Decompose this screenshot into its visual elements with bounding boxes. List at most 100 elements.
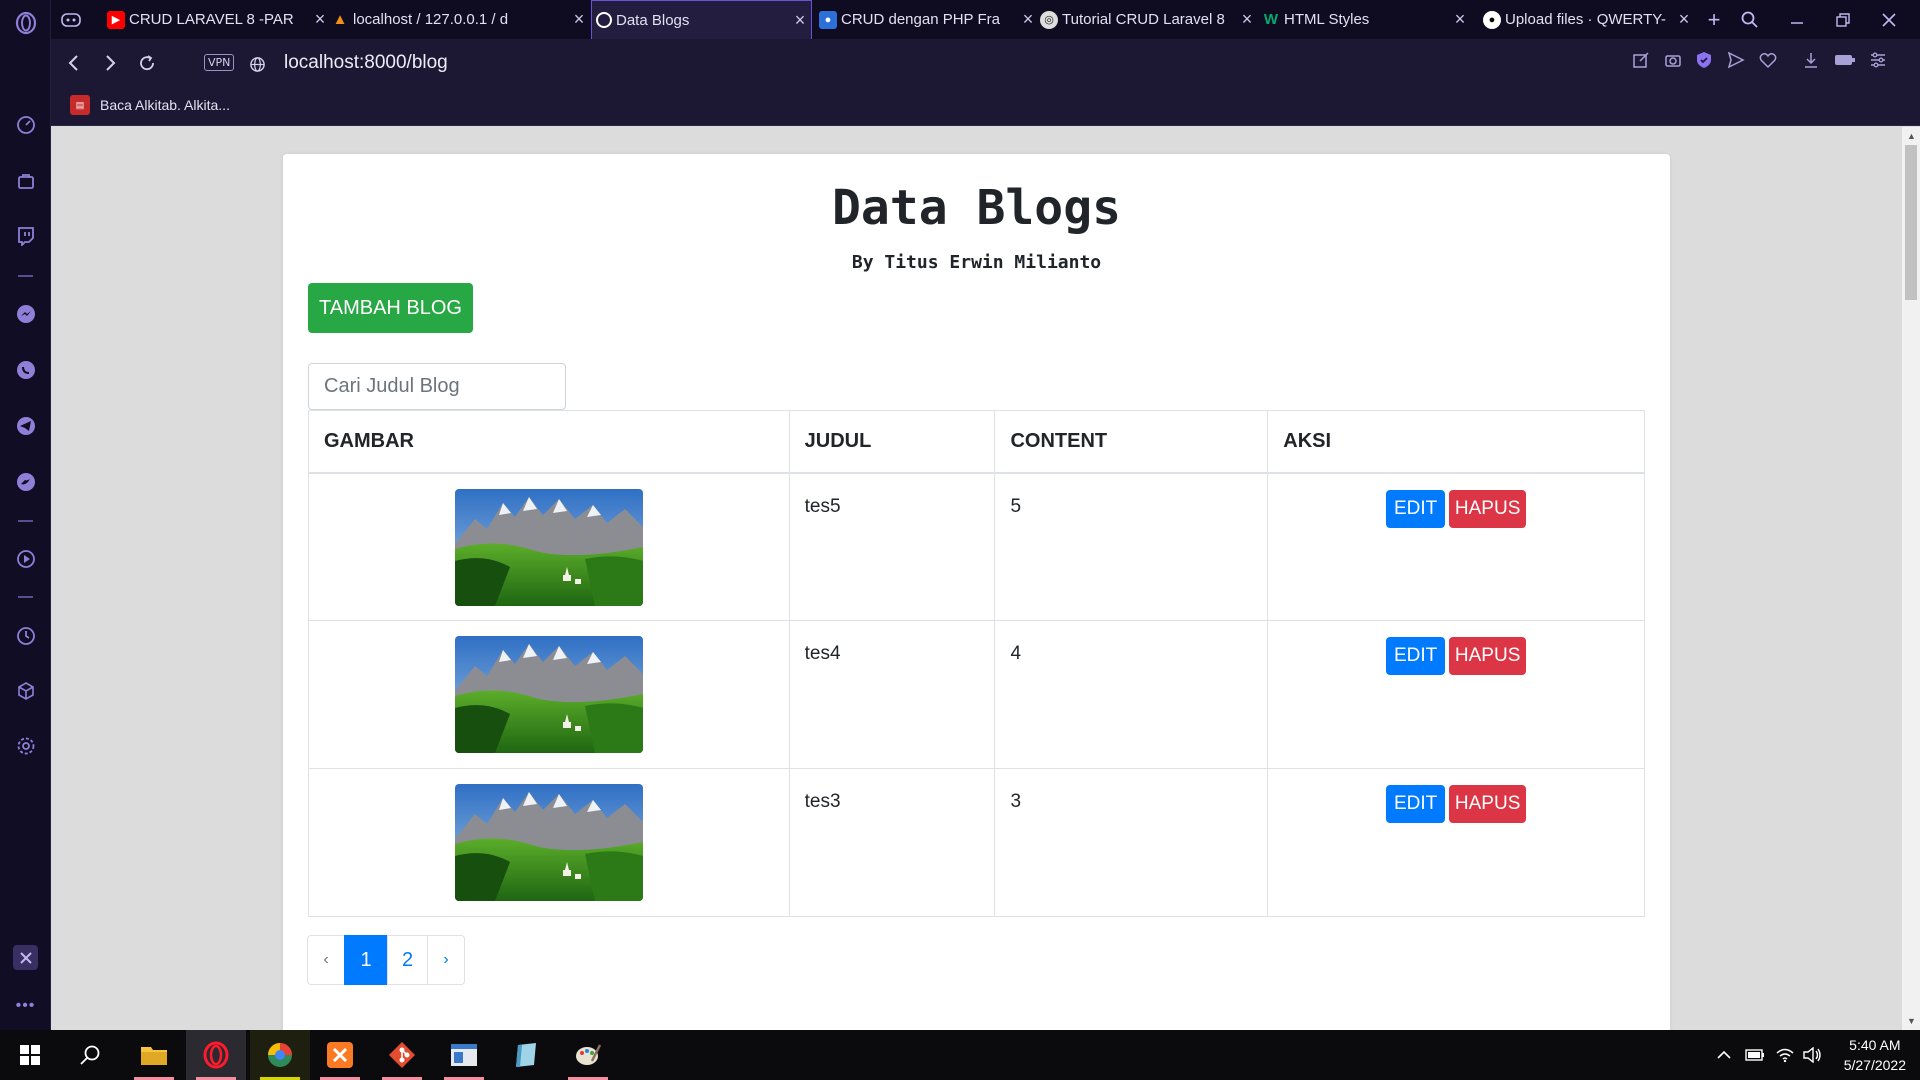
close-tab-icon[interactable]: × <box>789 10 811 31</box>
battery-saver-icon[interactable] <box>1833 51 1857 72</box>
actions-cell: EDIT HAPUS <box>1267 768 1645 917</box>
page-scrollbar[interactable]: ▲ ▼ <box>1902 127 1920 1030</box>
tab-phpmyadmin[interactable]: ▲ localhost / 127.0.0.1 / d × <box>327 0 590 39</box>
browser-sidebar: ••• <box>0 0 51 1030</box>
globe-icon <box>596 12 612 28</box>
chrome-color-icon[interactable] <box>250 1030 310 1080</box>
close-tab-icon[interactable]: × <box>1673 9 1695 30</box>
delete-button[interactable]: HAPUS <box>1449 637 1527 675</box>
messenger-icon[interactable] <box>13 301 38 326</box>
more-options-icon[interactable]: ••• <box>13 993 38 1018</box>
back-button[interactable] <box>60 49 88 77</box>
title-cell: tes3 <box>788 768 996 917</box>
twitch-icon[interactable] <box>13 223 38 248</box>
title-cell: tes5 <box>788 472 996 621</box>
close-tab-icon[interactable]: × <box>568 9 590 30</box>
actions-cell: EDIT HAPUS <box>1267 620 1645 769</box>
tab-upload-files[interactable]: ● Upload files · QWERTY- × <box>1479 0 1695 39</box>
close-tab-icon[interactable]: × <box>1236 9 1258 30</box>
speed-dial-icon[interactable] <box>13 112 38 137</box>
telegram-icon[interactable] <box>13 413 38 438</box>
window-app-icon[interactable] <box>434 1030 494 1080</box>
vpn-badge[interactable]: VPN <box>204 54 235 71</box>
scroll-down-arrow-icon[interactable]: ▼ <box>1907 1016 1916 1026</box>
bookmark-baca-alkitab[interactable]: ▤ Baca Alkitab. Alkita... <box>70 95 230 115</box>
snapshot-edit-icon[interactable] <box>1629 51 1653 74</box>
delete-button[interactable]: HAPUS <box>1449 785 1527 823</box>
profile-icon: ● <box>819 10 837 29</box>
search-icon[interactable] <box>60 1030 120 1080</box>
forward-button[interactable] <box>96 49 124 77</box>
paint-app-icon[interactable] <box>558 1030 618 1080</box>
download-icon[interactable] <box>1799 51 1823 74</box>
whatsapp-icon[interactable] <box>13 357 38 382</box>
pagination-prev[interactable]: ‹ <box>307 935 345 985</box>
settings-gear-icon[interactable] <box>13 733 38 758</box>
heart-bookmark-icon[interactable] <box>1756 51 1780 74</box>
minimize-window-icon[interactable] <box>1777 0 1817 39</box>
w3schools-icon: W <box>1263 11 1279 28</box>
history-icon[interactable] <box>13 623 38 648</box>
delete-button[interactable]: HAPUS <box>1449 489 1527 528</box>
add-blog-button[interactable]: TAMBAH BLOG <box>308 283 473 333</box>
blog-thumbnail <box>454 636 643 753</box>
tab-data-blogs[interactable]: Data Blogs × <box>591 0 812 39</box>
tab-bar: ▶ CRUD LARAVEL 8 -PAR × ▲ localhost / 12… <box>51 0 1920 39</box>
search-input[interactable] <box>308 363 566 410</box>
file-explorer-icon[interactable] <box>124 1030 184 1080</box>
edit-button[interactable]: EDIT <box>1386 785 1446 823</box>
show-hidden-icons-chevron-icon[interactable] <box>1712 1030 1736 1080</box>
battery-icon[interactable] <box>1743 1030 1767 1080</box>
pagination-page-2[interactable]: 2 <box>387 935 428 985</box>
new-tab-button[interactable]: + <box>1699 0 1729 39</box>
search-tabs-icon[interactable] <box>1732 0 1768 39</box>
tab-crud-php-framework[interactable]: ● CRUD dengan PHP Fra × <box>815 0 1039 39</box>
content-cell: 4 <box>994 620 1269 769</box>
player-icon[interactable] <box>13 546 38 571</box>
tab-tutorial-crud[interactable]: ◎ Tutorial CRUD Laravel 8 × <box>1036 0 1258 39</box>
easy-setup-icon[interactable] <box>1866 51 1890 74</box>
pagination-next[interactable]: › <box>427 935 465 985</box>
pinboard-icon[interactable] <box>13 945 38 970</box>
extensions-cube-icon[interactable] <box>13 678 38 703</box>
git-icon[interactable] <box>372 1030 432 1080</box>
camera-icon[interactable] <box>1661 51 1685 74</box>
scrollbar-thumb[interactable] <box>1905 145 1917 300</box>
system-clock[interactable]: 5:40 AM 5/27/2022 <box>1844 1035 1906 1075</box>
edit-button[interactable]: EDIT <box>1386 637 1446 675</box>
tab-html-styles[interactable]: W HTML Styles × <box>1258 0 1471 39</box>
reload-button[interactable] <box>133 49 161 77</box>
edit-button[interactable]: EDIT <box>1386 489 1446 528</box>
shopping-bag-icon[interactable] <box>13 168 38 193</box>
twitter-icon[interactable] <box>13 469 38 494</box>
pagination: ‹ 1 2 › <box>307 935 465 985</box>
wifi-icon[interactable] <box>1773 1030 1797 1080</box>
shield-check-icon[interactable] <box>1692 51 1716 74</box>
send-icon[interactable] <box>1724 51 1748 74</box>
notebook-app-icon[interactable] <box>496 1030 556 1080</box>
image-cell <box>308 620 790 769</box>
column-header-aksi: AKSI <box>1267 410 1645 474</box>
tab-crud-laravel[interactable]: ▶ CRUD LARAVEL 8 -PAR × <box>103 0 331 39</box>
volume-icon[interactable] <box>1801 1030 1825 1080</box>
actions-cell: EDIT HAPUS <box>1267 472 1645 621</box>
opera-logo-icon[interactable] <box>13 10 38 35</box>
bookmarks-bar: ▤ Baca Alkitab. Alkita... <box>51 87 1920 126</box>
xampp-icon[interactable] <box>310 1030 370 1080</box>
close-window-icon[interactable] <box>1869 0 1909 39</box>
restore-window-icon[interactable] <box>1823 0 1863 39</box>
pagination-page-1[interactable]: 1 <box>344 935 388 985</box>
scroll-up-arrow-icon[interactable]: ▲ <box>1907 131 1916 141</box>
opera-taskbar-icon[interactable] <box>186 1030 246 1080</box>
close-tab-icon[interactable]: × <box>1449 9 1471 30</box>
address-bar: VPN localhost:8000/blog <box>51 39 1920 87</box>
workspaces-icon[interactable] <box>57 0 91 39</box>
page-viewport: Data Blogs By Titus Erwin Milianto TAMBA… <box>52 127 1902 1030</box>
site-icon: ◎ <box>1040 10 1058 29</box>
title-cell: tes4 <box>788 620 996 769</box>
table-row: tes3 3 EDIT HAPUS <box>308 768 1645 917</box>
windows-start-icon[interactable] <box>0 1030 60 1080</box>
blog-thumbnail <box>454 784 643 901</box>
site-info-globe-icon[interactable] <box>243 50 271 78</box>
url-input[interactable]: localhost:8000/blog <box>284 52 448 74</box>
